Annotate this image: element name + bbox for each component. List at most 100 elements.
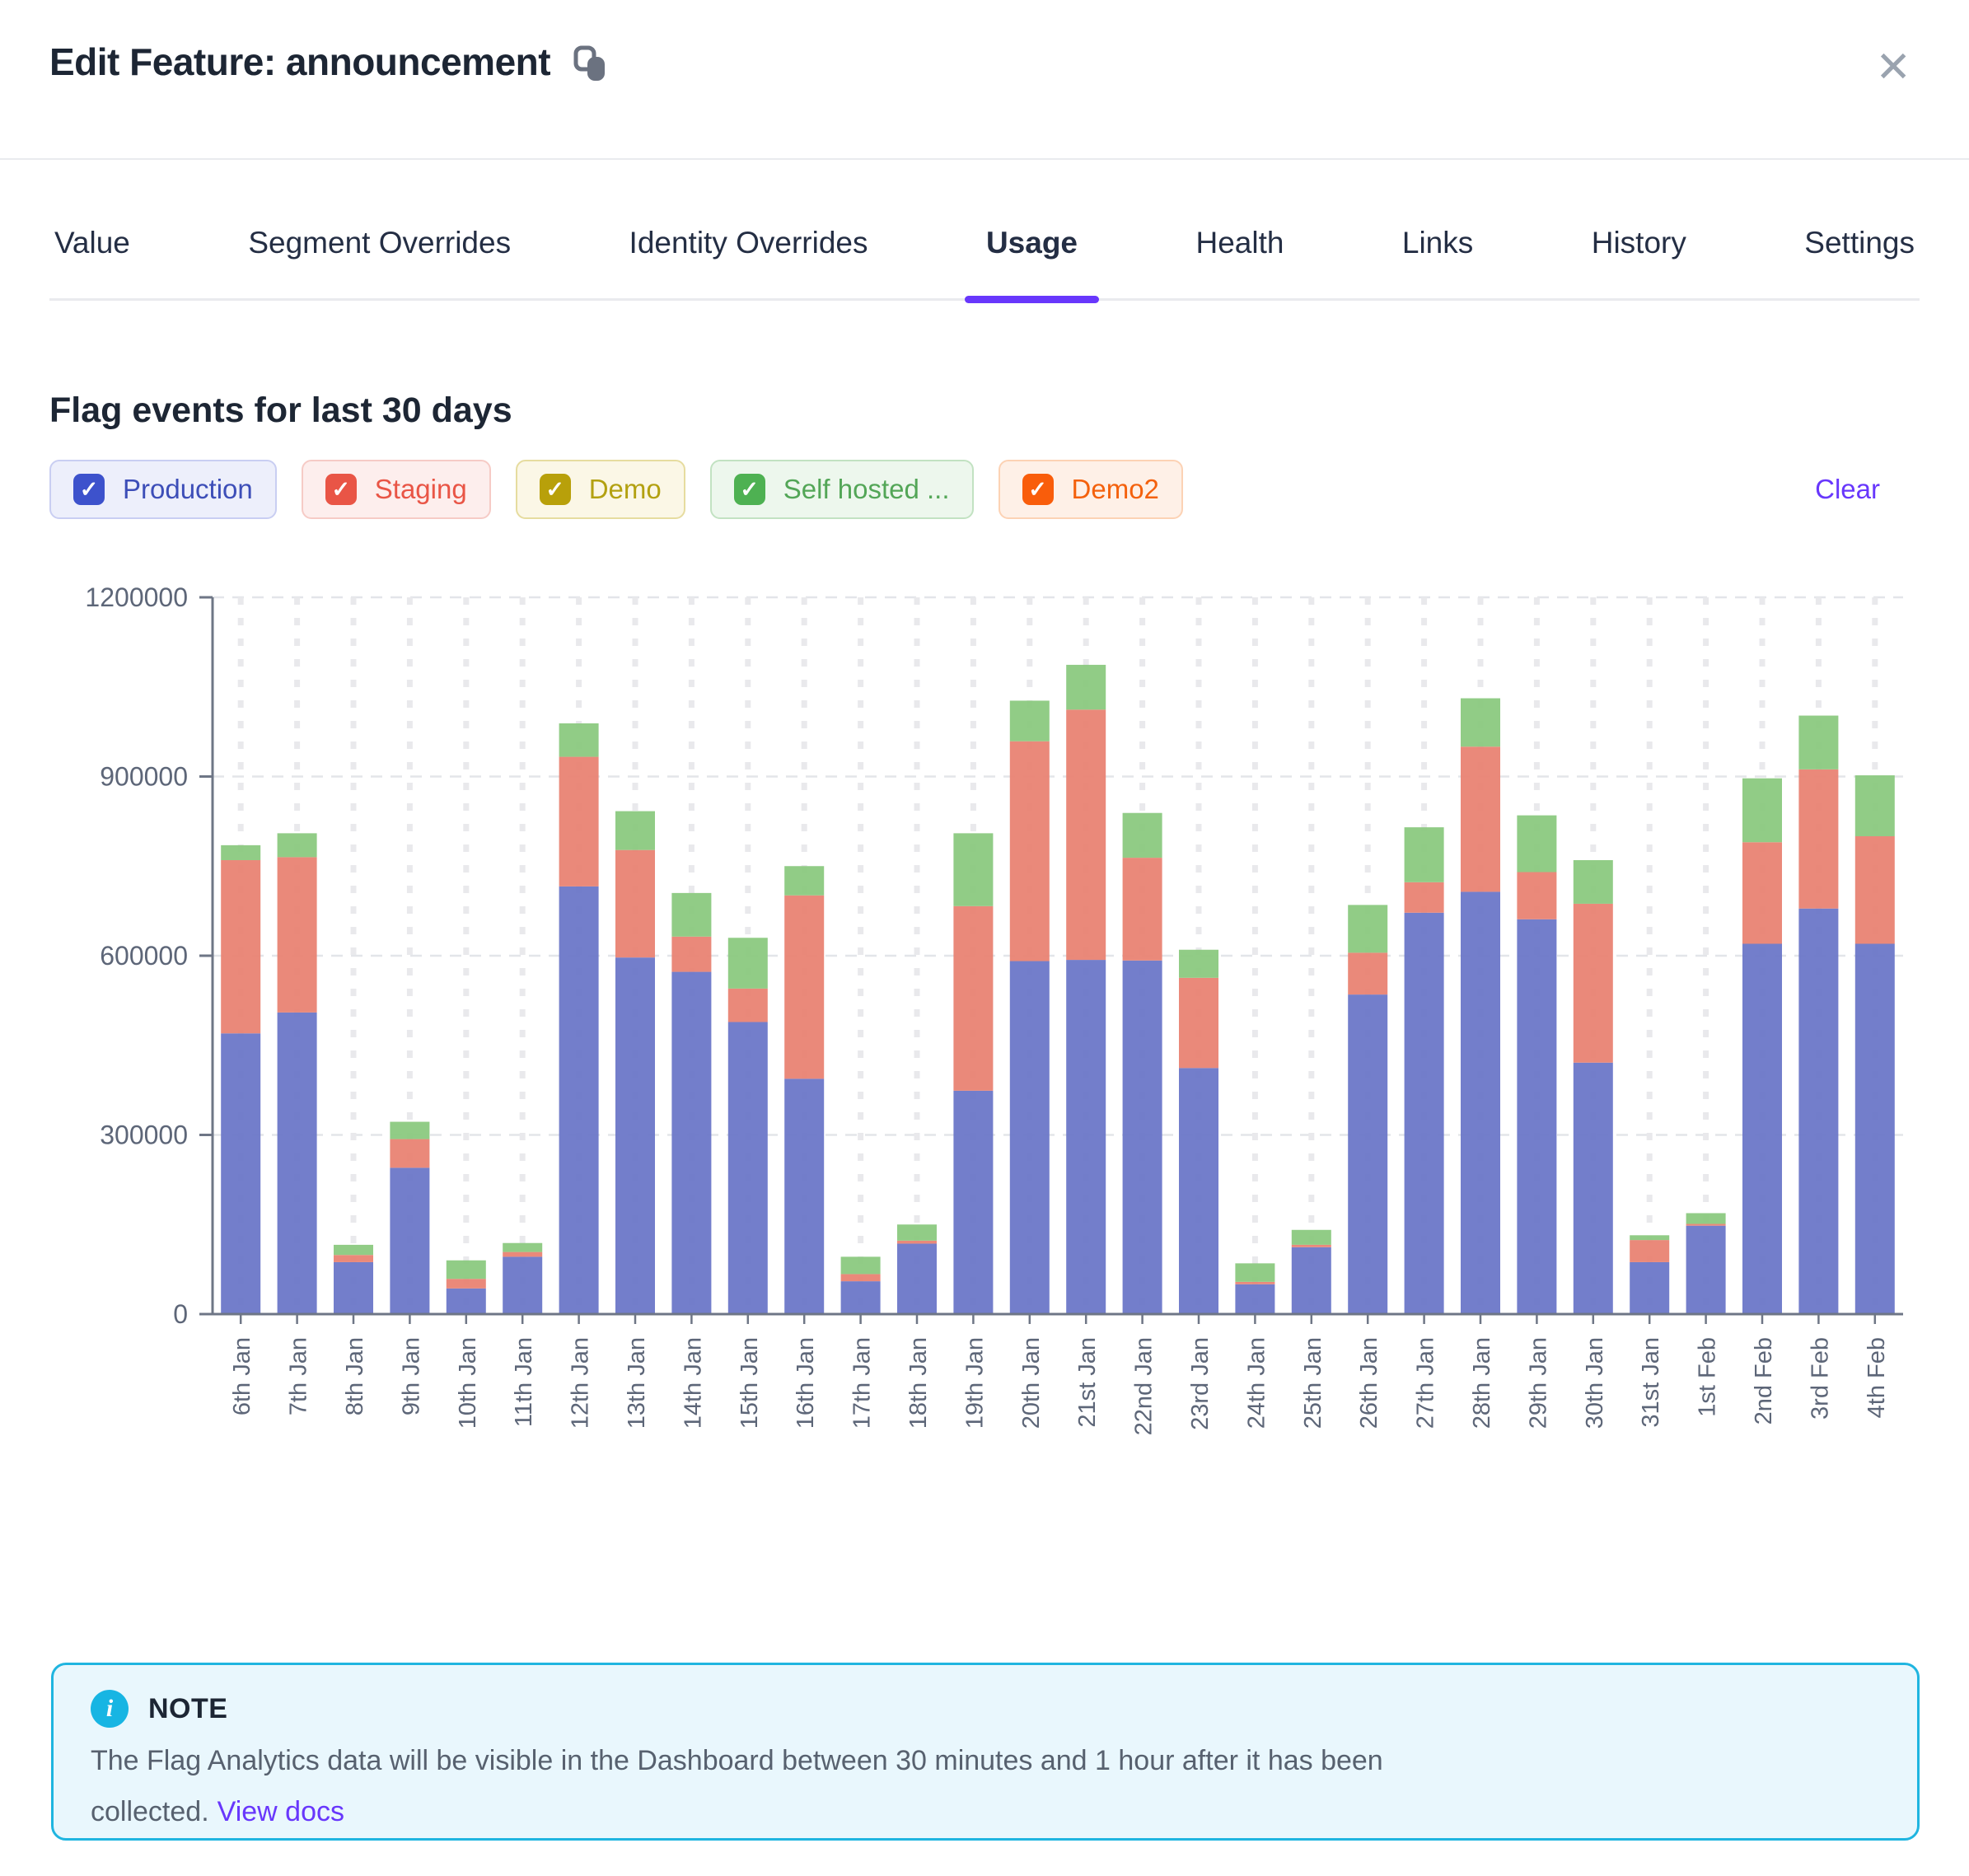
bar-segment-production[interactable]: [1010, 961, 1050, 1314]
bar-segment-production[interactable]: [559, 887, 599, 1314]
copy-icon[interactable]: [573, 45, 608, 83]
bar-segment-staging[interactable]: [1066, 709, 1106, 960]
bar-segment-staging[interactable]: [390, 1139, 429, 1168]
bar-segment-staging[interactable]: [1123, 858, 1162, 961]
bar-segment-self-hosted[interactable]: [1292, 1230, 1331, 1245]
bar-segment-self-hosted[interactable]: [1348, 905, 1387, 952]
bar-segment-staging[interactable]: [503, 1252, 542, 1257]
bar-segment-self-hosted[interactable]: [1179, 950, 1218, 978]
bar-segment-production[interactable]: [1630, 1262, 1669, 1314]
bar-segment-self-hosted[interactable]: [897, 1224, 937, 1241]
bar-segment-production[interactable]: [1686, 1226, 1726, 1314]
bar-segment-staging[interactable]: [1798, 770, 1838, 909]
bar-segment-self-hosted[interactable]: [559, 723, 599, 757]
bar-segment-staging[interactable]: [841, 1274, 881, 1281]
tab-links[interactable]: Links: [1397, 216, 1478, 298]
checkbox-checked-icon[interactable]: ✓: [1022, 474, 1054, 505]
bar-segment-staging[interactable]: [1010, 742, 1050, 961]
legend-chip-staging[interactable]: ✓Staging: [302, 460, 491, 519]
bar-segment-staging[interactable]: [897, 1241, 937, 1244]
bar-segment-production[interactable]: [1235, 1284, 1274, 1314]
bar-segment-staging[interactable]: [1686, 1224, 1726, 1226]
bar-segment-self-hosted[interactable]: [1235, 1263, 1274, 1281]
bar-segment-self-hosted[interactable]: [1461, 699, 1500, 747]
bar-segment-production[interactable]: [1292, 1247, 1331, 1314]
bar-segment-production[interactable]: [841, 1281, 881, 1314]
bar-segment-self-hosted[interactable]: [953, 833, 993, 905]
checkbox-checked-icon[interactable]: ✓: [325, 474, 357, 505]
bar-segment-staging[interactable]: [615, 850, 655, 958]
bar-segment-self-hosted[interactable]: [447, 1261, 486, 1279]
bar-segment-self-hosted[interactable]: [503, 1243, 542, 1252]
bar-segment-self-hosted[interactable]: [728, 938, 768, 989]
bar-segment-self-hosted[interactable]: [1630, 1235, 1669, 1240]
bar-segment-staging[interactable]: [671, 937, 711, 972]
bar-segment-self-hosted[interactable]: [1798, 716, 1838, 770]
legend-chip-self-hosted[interactable]: ✓Self hosted ...: [710, 460, 974, 519]
tab-health[interactable]: Health: [1190, 216, 1289, 298]
bar-segment-production[interactable]: [784, 1078, 824, 1314]
bar-segment-self-hosted[interactable]: [1686, 1213, 1726, 1223]
bar-segment-self-hosted[interactable]: [1517, 816, 1556, 873]
bar-segment-staging[interactable]: [278, 857, 317, 1013]
bar-segment-self-hosted[interactable]: [1405, 827, 1444, 882]
bar-segment-self-hosted[interactable]: [1855, 775, 1895, 836]
tab-value[interactable]: Value: [49, 216, 135, 298]
bar-segment-staging[interactable]: [221, 860, 260, 1033]
bar-segment-staging[interactable]: [1461, 746, 1500, 891]
bar-segment-production[interactable]: [1798, 909, 1838, 1314]
legend-chip-demo[interactable]: ✓Demo: [516, 460, 685, 519]
checkbox-checked-icon[interactable]: ✓: [540, 474, 571, 505]
bar-segment-production[interactable]: [615, 957, 655, 1314]
bar-segment-production[interactable]: [390, 1167, 429, 1314]
tab-identity-overrides[interactable]: Identity Overrides: [624, 216, 873, 298]
bar-segment-staging[interactable]: [1405, 882, 1444, 913]
bar-segment-production[interactable]: [1066, 960, 1106, 1314]
bar-segment-production[interactable]: [1123, 961, 1162, 1314]
tab-usage[interactable]: Usage: [981, 216, 1083, 298]
bar-segment-production[interactable]: [953, 1091, 993, 1314]
tab-settings[interactable]: Settings: [1799, 216, 1920, 298]
bar-segment-self-hosted[interactable]: [221, 845, 260, 860]
bar-segment-self-hosted[interactable]: [784, 866, 824, 896]
bar-segment-staging[interactable]: [1517, 873, 1556, 919]
bar-segment-staging[interactable]: [1348, 952, 1387, 994]
bar-segment-production[interactable]: [728, 1022, 768, 1314]
bar-segment-self-hosted[interactable]: [1123, 813, 1162, 858]
bar-segment-self-hosted[interactable]: [334, 1245, 373, 1255]
bar-segment-staging[interactable]: [953, 906, 993, 1091]
tab-history[interactable]: History: [1587, 216, 1691, 298]
bar-segment-self-hosted[interactable]: [278, 833, 317, 857]
bar-segment-production[interactable]: [1348, 994, 1387, 1314]
bar-segment-production[interactable]: [1405, 913, 1444, 1314]
bar-segment-staging[interactable]: [1630, 1240, 1669, 1262]
bar-segment-self-hosted[interactable]: [1742, 779, 1782, 843]
bar-segment-production[interactable]: [1855, 944, 1895, 1315]
bar-segment-staging[interactable]: [559, 757, 599, 887]
bar-segment-production[interactable]: [1179, 1068, 1218, 1314]
bar-segment-staging[interactable]: [334, 1255, 373, 1262]
bar-segment-production[interactable]: [334, 1262, 373, 1314]
view-docs-link[interactable]: View docs: [217, 1796, 344, 1827]
legend-chip-demo2[interactable]: ✓Demo2: [999, 460, 1183, 519]
bar-segment-production[interactable]: [1742, 944, 1782, 1315]
bar-segment-production[interactable]: [447, 1289, 486, 1314]
bar-segment-self-hosted[interactable]: [390, 1122, 429, 1139]
bar-segment-staging[interactable]: [728, 989, 768, 1022]
tab-segment-overrides[interactable]: Segment Overrides: [243, 216, 516, 298]
bar-segment-production[interactable]: [1574, 1063, 1613, 1314]
bar-segment-staging[interactable]: [1855, 836, 1895, 944]
bar-segment-self-hosted[interactable]: [1010, 700, 1050, 741]
bar-segment-staging[interactable]: [1742, 842, 1782, 943]
bar-segment-staging[interactable]: [1574, 904, 1613, 1063]
bar-segment-self-hosted[interactable]: [671, 893, 711, 937]
bar-segment-production[interactable]: [278, 1013, 317, 1314]
bar-segment-staging[interactable]: [447, 1279, 486, 1289]
bar-segment-self-hosted[interactable]: [1066, 665, 1106, 709]
clear-filters-link[interactable]: Clear: [1815, 474, 1880, 505]
bar-segment-staging[interactable]: [1179, 978, 1218, 1068]
checkbox-checked-icon[interactable]: ✓: [73, 474, 105, 505]
close-icon[interactable]: ✕: [1875, 46, 1911, 89]
bar-segment-production[interactable]: [221, 1033, 260, 1314]
bar-segment-production[interactable]: [671, 972, 711, 1314]
